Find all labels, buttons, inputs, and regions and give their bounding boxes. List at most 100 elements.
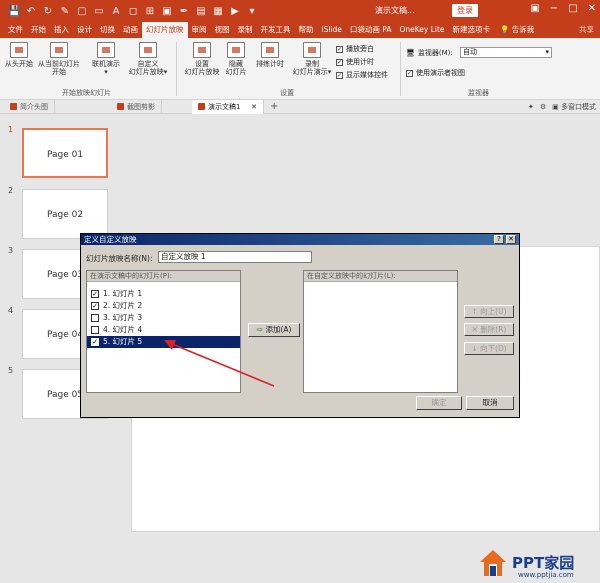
doc-tab-presentation1[interactable]: 演示文稿1 ✕ [192,99,264,114]
tab-help[interactable]: 帮助 [295,22,318,38]
tell-me-search[interactable]: 💡 告诉我 [500,22,534,38]
ribbon-options-icon[interactable]: ▣ [530,3,539,14]
slide-number: 2 [8,186,14,195]
rehearse-timings-button[interactable]: 排练计时 [252,42,288,68]
present-online-button[interactable]: 联机演示 ▾ [88,42,124,76]
window-title: 演示文稿... [375,6,415,15]
document-tabs: 简介头图 截图剪影 演示文稿1 ✕ + [0,99,600,114]
close-button[interactable]: ✕ [588,3,596,14]
play-icon[interactable]: ▶ [229,6,241,17]
image-icon[interactable]: ▣ [161,6,173,17]
record-slideshow-button[interactable]: 录制 幻灯片演示▾ [290,42,334,76]
slideshow-current-icon [50,42,68,58]
checkbox[interactable]: ✓ [91,302,99,310]
from-current-slide-button[interactable]: 从当前幻灯片 开始 [36,42,82,76]
doc-tab-screenshot[interactable]: 截图剪影 [111,99,162,114]
doc-tab-intro[interactable]: 简介头图 [4,99,55,114]
layout-icon[interactable]: ▤ [195,6,207,17]
tab-review[interactable]: 审阅 [188,22,211,38]
arrange-icon[interactable]: ⊞ [144,6,156,17]
use-timings-checkbox[interactable]: ✓ 使用计时 [336,57,374,67]
settings-icon[interactable]: ⚙ [540,100,546,114]
share-button[interactable]: 共享 [579,22,594,38]
ppt-file-icon [117,103,124,110]
group-label-setup: 设置 [280,89,294,97]
undo-icon[interactable]: ↶ [25,6,37,17]
move-down-button[interactable]: ↓ 向下(D) [464,342,514,355]
puzzle-icon[interactable]: ✦ [528,100,534,114]
tab-file[interactable]: 文件 [4,22,27,38]
tab-design[interactable]: 设计 [73,22,96,38]
tab-view[interactable]: 视图 [211,22,234,38]
maximize-button[interactable]: □ [568,3,577,14]
tab-insert[interactable]: 插入 [50,22,73,38]
tab-onekey-lite[interactable]: OneKey Lite [395,22,448,38]
tab-animations[interactable]: 动画 [119,22,142,38]
tab-home[interactable]: 开始 [27,22,50,38]
group-label-monitor: 监视器 [468,89,489,97]
help-button[interactable]: ? [494,235,504,244]
quick-access-toolbar: 💾 ↶ ↻ ✎ ▢ ▭ A ◻ ⊞ ▣ ✒ ▤ ▦ ▶ ▾ [0,6,258,17]
list-item-slide-3[interactable]: 3. 幻灯片 3 [87,312,240,324]
tab-pocket-animation[interactable]: 口袋动画 PA [346,22,396,38]
new-tab-button[interactable]: + [264,100,284,114]
slideshow-start-icon [10,42,28,58]
checkbox[interactable] [91,314,99,322]
slide-number: 5 [8,366,14,375]
font-size-icon[interactable]: A [110,6,122,17]
ribbon: 从头开始 从当前幻灯片 开始 联机演示 ▾ 自定义 幻灯片放映▾ 设置 幻灯片放… [0,38,600,100]
tab-slideshow[interactable]: 幻灯片放映 [142,22,188,38]
format-painter-icon[interactable]: ✎ [59,6,71,17]
cancel-button[interactable]: 取消 [466,396,514,410]
checkbox[interactable]: ✓ [91,290,99,298]
right-tools: ✦ ⚙ ▣ 多窗口模式 [528,100,596,114]
save-icon[interactable]: 💾 [8,6,20,17]
show-name-input[interactable]: 自定义放映 1 [158,251,312,263]
tab-record[interactable]: 录制 [234,22,257,38]
ppt-file-icon [198,103,205,110]
show-media-controls-checkbox[interactable]: ✓ 显示媒体控件 [336,70,388,80]
custom-slideshow-icon [139,42,157,58]
tab-new[interactable]: 新建选项卡 [449,22,495,38]
presenter-view-checkbox[interactable]: ✓ 使用演示者视图 [406,68,465,78]
close-tab-icon[interactable]: ✕ [251,100,257,114]
pen-icon[interactable]: ✒ [178,6,190,17]
delete-button[interactable]: ✕ 删除(R) [464,323,514,336]
hide-slide-button[interactable]: 隐藏 幻灯片 [222,42,250,76]
play-narrations-checkbox[interactable]: ✓ 播放旁白 [336,44,374,54]
move-up-button[interactable]: ↑ 向上(U) [464,305,514,318]
slide-thumbnail-2[interactable]: Page 02 [22,189,108,239]
group-separator [400,42,401,96]
ok-button[interactable]: 确定 [416,396,462,410]
list-item-slide-1[interactable]: ✓ 1. 幻灯片 1 [87,288,240,300]
checkbox[interactable]: ✓ [91,338,99,346]
logo-url: www.pptjia.com [518,571,574,579]
dropdown-icon[interactable]: ▾ [246,6,258,17]
grid-icon[interactable]: ▦ [212,6,224,17]
multi-window-button[interactable]: ▣ 多窗口模式 [552,100,596,114]
tab-islide[interactable]: iSlide [318,22,346,38]
group-label-start: 开始放映幻灯片 [62,89,111,97]
ppt-file-icon [10,103,17,110]
custom-show-slides-list[interactable]: 在自定义放映中的幻灯片(L): [303,270,458,393]
shape-icon[interactable]: ◻ [127,6,139,17]
house-logo-icon [480,550,506,576]
checkbox[interactable] [91,326,99,334]
login-button[interactable]: 登录 [452,4,478,17]
tab-developer[interactable]: 开发工具 [257,22,295,38]
online-present-icon [97,42,115,58]
new-file-icon[interactable]: ▢ [76,6,88,17]
slide-thumbnail-1[interactable]: Page 01 [22,128,108,178]
tab-transitions[interactable]: 切换 [96,22,119,38]
redo-icon[interactable]: ↻ [42,6,54,17]
open-file-icon[interactable]: ▭ [93,6,105,17]
monitor-select[interactable]: 自动 [460,47,552,58]
setup-slideshow-icon [193,42,211,58]
custom-slideshow-button[interactable]: 自定义 幻灯片放映▾ [124,42,172,76]
hide-slide-icon [227,42,245,58]
list-item-slide-2[interactable]: ✓ 2. 幻灯片 2 [87,300,240,312]
setup-slideshow-button[interactable]: 设置 幻灯片放映 [182,42,222,76]
minimize-button[interactable]: − [550,3,558,14]
dialog-close-button[interactable]: ✕ [506,235,516,244]
from-beginning-button[interactable]: 从头开始 [4,42,34,68]
